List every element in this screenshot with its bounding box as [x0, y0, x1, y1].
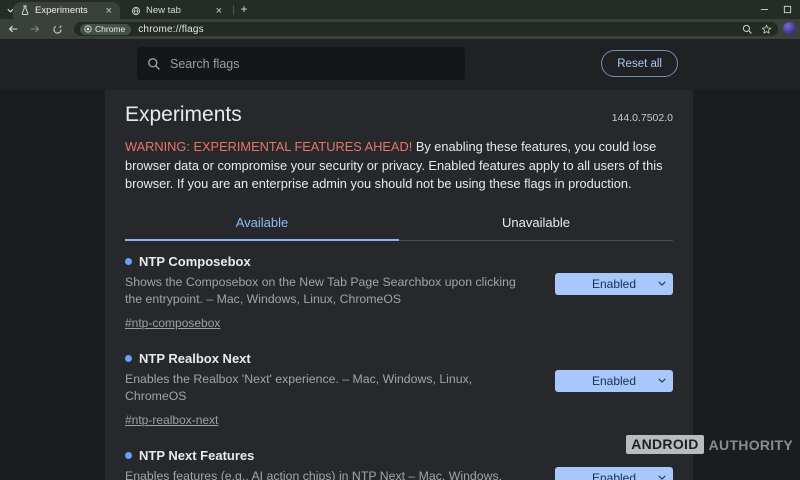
watermark-authority: AUTHORITY	[709, 437, 793, 453]
experiment-permalink[interactable]: #ntp-composebox	[125, 316, 220, 330]
address-bar[interactable]: Chrome chrome://flags	[74, 22, 778, 36]
url-text: chrome://flags	[138, 24, 204, 35]
experiment-value-select[interactable]: Enabled	[555, 467, 673, 480]
experiment-name: NTP Next Features	[139, 448, 254, 463]
experiment-name: NTP Composebox	[139, 254, 251, 269]
reset-all-button[interactable]: Reset all	[601, 50, 678, 77]
flags-header: Reset all	[0, 39, 800, 90]
lens-search-icon[interactable]	[742, 24, 753, 35]
tab-title: Experiments	[35, 5, 100, 16]
globe-icon	[131, 6, 141, 16]
flags-search-box[interactable]	[137, 47, 465, 80]
chrome-logo-icon	[84, 25, 92, 33]
experiments-list: NTP Composebox Shows the Composebox on t…	[125, 241, 673, 480]
experiment-value: Enabled	[592, 374, 636, 388]
minimize-button[interactable]	[757, 3, 771, 16]
enabled-dot-icon	[125, 452, 132, 459]
experiment-description: Enables the Realbox 'Next' experience. –…	[125, 371, 533, 405]
reload-button[interactable]	[48, 21, 66, 37]
tab-divider	[233, 5, 234, 15]
experiment-value-select[interactable]: Enabled	[555, 370, 673, 392]
forward-button[interactable]	[26, 21, 44, 37]
tab-close-icon[interactable]: ×	[105, 6, 113, 16]
flask-icon	[20, 5, 30, 16]
experiment-row: NTP Realbox Next Enables the Realbox 'Ne…	[125, 351, 673, 429]
bookmark-star-icon[interactable]	[761, 24, 772, 35]
experiment-description: Enables features (e.g., AI action chips)…	[125, 468, 533, 480]
experiment-row: NTP Composebox Shows the Composebox on t…	[125, 254, 673, 332]
page-head: Experiments 144.0.7502.0	[125, 90, 673, 127]
tab-experiments[interactable]: Experiments ×	[13, 2, 120, 19]
chevron-down-icon	[658, 378, 666, 383]
window-controls	[757, 3, 794, 16]
experiment-row: NTP Next Features Enables features (e.g.…	[125, 448, 673, 480]
maximize-button[interactable]	[780, 3, 794, 16]
browser-tab-strip: Experiments × New tab × +	[0, 0, 800, 19]
page-title: Experiments	[125, 103, 242, 127]
back-button[interactable]	[4, 21, 22, 37]
profile-avatar[interactable]	[783, 22, 796, 35]
tab-new-tab[interactable]: New tab ×	[124, 2, 230, 19]
tab-available[interactable]: Available	[125, 207, 399, 241]
watermark-android: ANDROID	[626, 435, 703, 454]
tab-close-icon[interactable]: ×	[215, 6, 223, 16]
experimental-warning: WARNING: EXPERIMENTAL FEATURES AHEAD! By…	[125, 138, 673, 194]
site-chip-label: Chrome	[95, 24, 125, 34]
experiment-name: NTP Realbox Next	[139, 351, 251, 366]
tab-title: New tab	[146, 5, 210, 16]
experiment-value: Enabled	[592, 277, 636, 291]
experiment-value: Enabled	[592, 471, 636, 480]
new-tab-button[interactable]: +	[237, 3, 251, 17]
browser-toolbar: Chrome chrome://flags	[0, 19, 800, 39]
chevron-down-icon	[658, 281, 666, 286]
experiment-permalink[interactable]: #ntp-realbox-next	[125, 413, 218, 427]
flags-page-container: Experiments 144.0.7502.0 WARNING: EXPERI…	[105, 90, 693, 480]
flags-search-input[interactable]	[170, 57, 430, 71]
android-authority-watermark: ANDROID AUTHORITY	[626, 435, 793, 454]
availability-tabs: Available Unavailable	[125, 207, 673, 241]
search-icon	[147, 57, 161, 71]
site-chip[interactable]: Chrome	[80, 24, 131, 35]
browser-version: 144.0.7502.0	[612, 112, 673, 127]
tab-unavailable[interactable]: Unavailable	[399, 207, 673, 241]
enabled-dot-icon	[125, 258, 132, 265]
experiment-description: Shows the Composebox on the New Tab Page…	[125, 274, 533, 308]
chevron-down-icon	[658, 475, 666, 480]
enabled-dot-icon	[125, 355, 132, 362]
experiment-value-select[interactable]: Enabled	[555, 273, 673, 295]
warning-strong-text: WARNING: EXPERIMENTAL FEATURES AHEAD!	[125, 139, 412, 154]
